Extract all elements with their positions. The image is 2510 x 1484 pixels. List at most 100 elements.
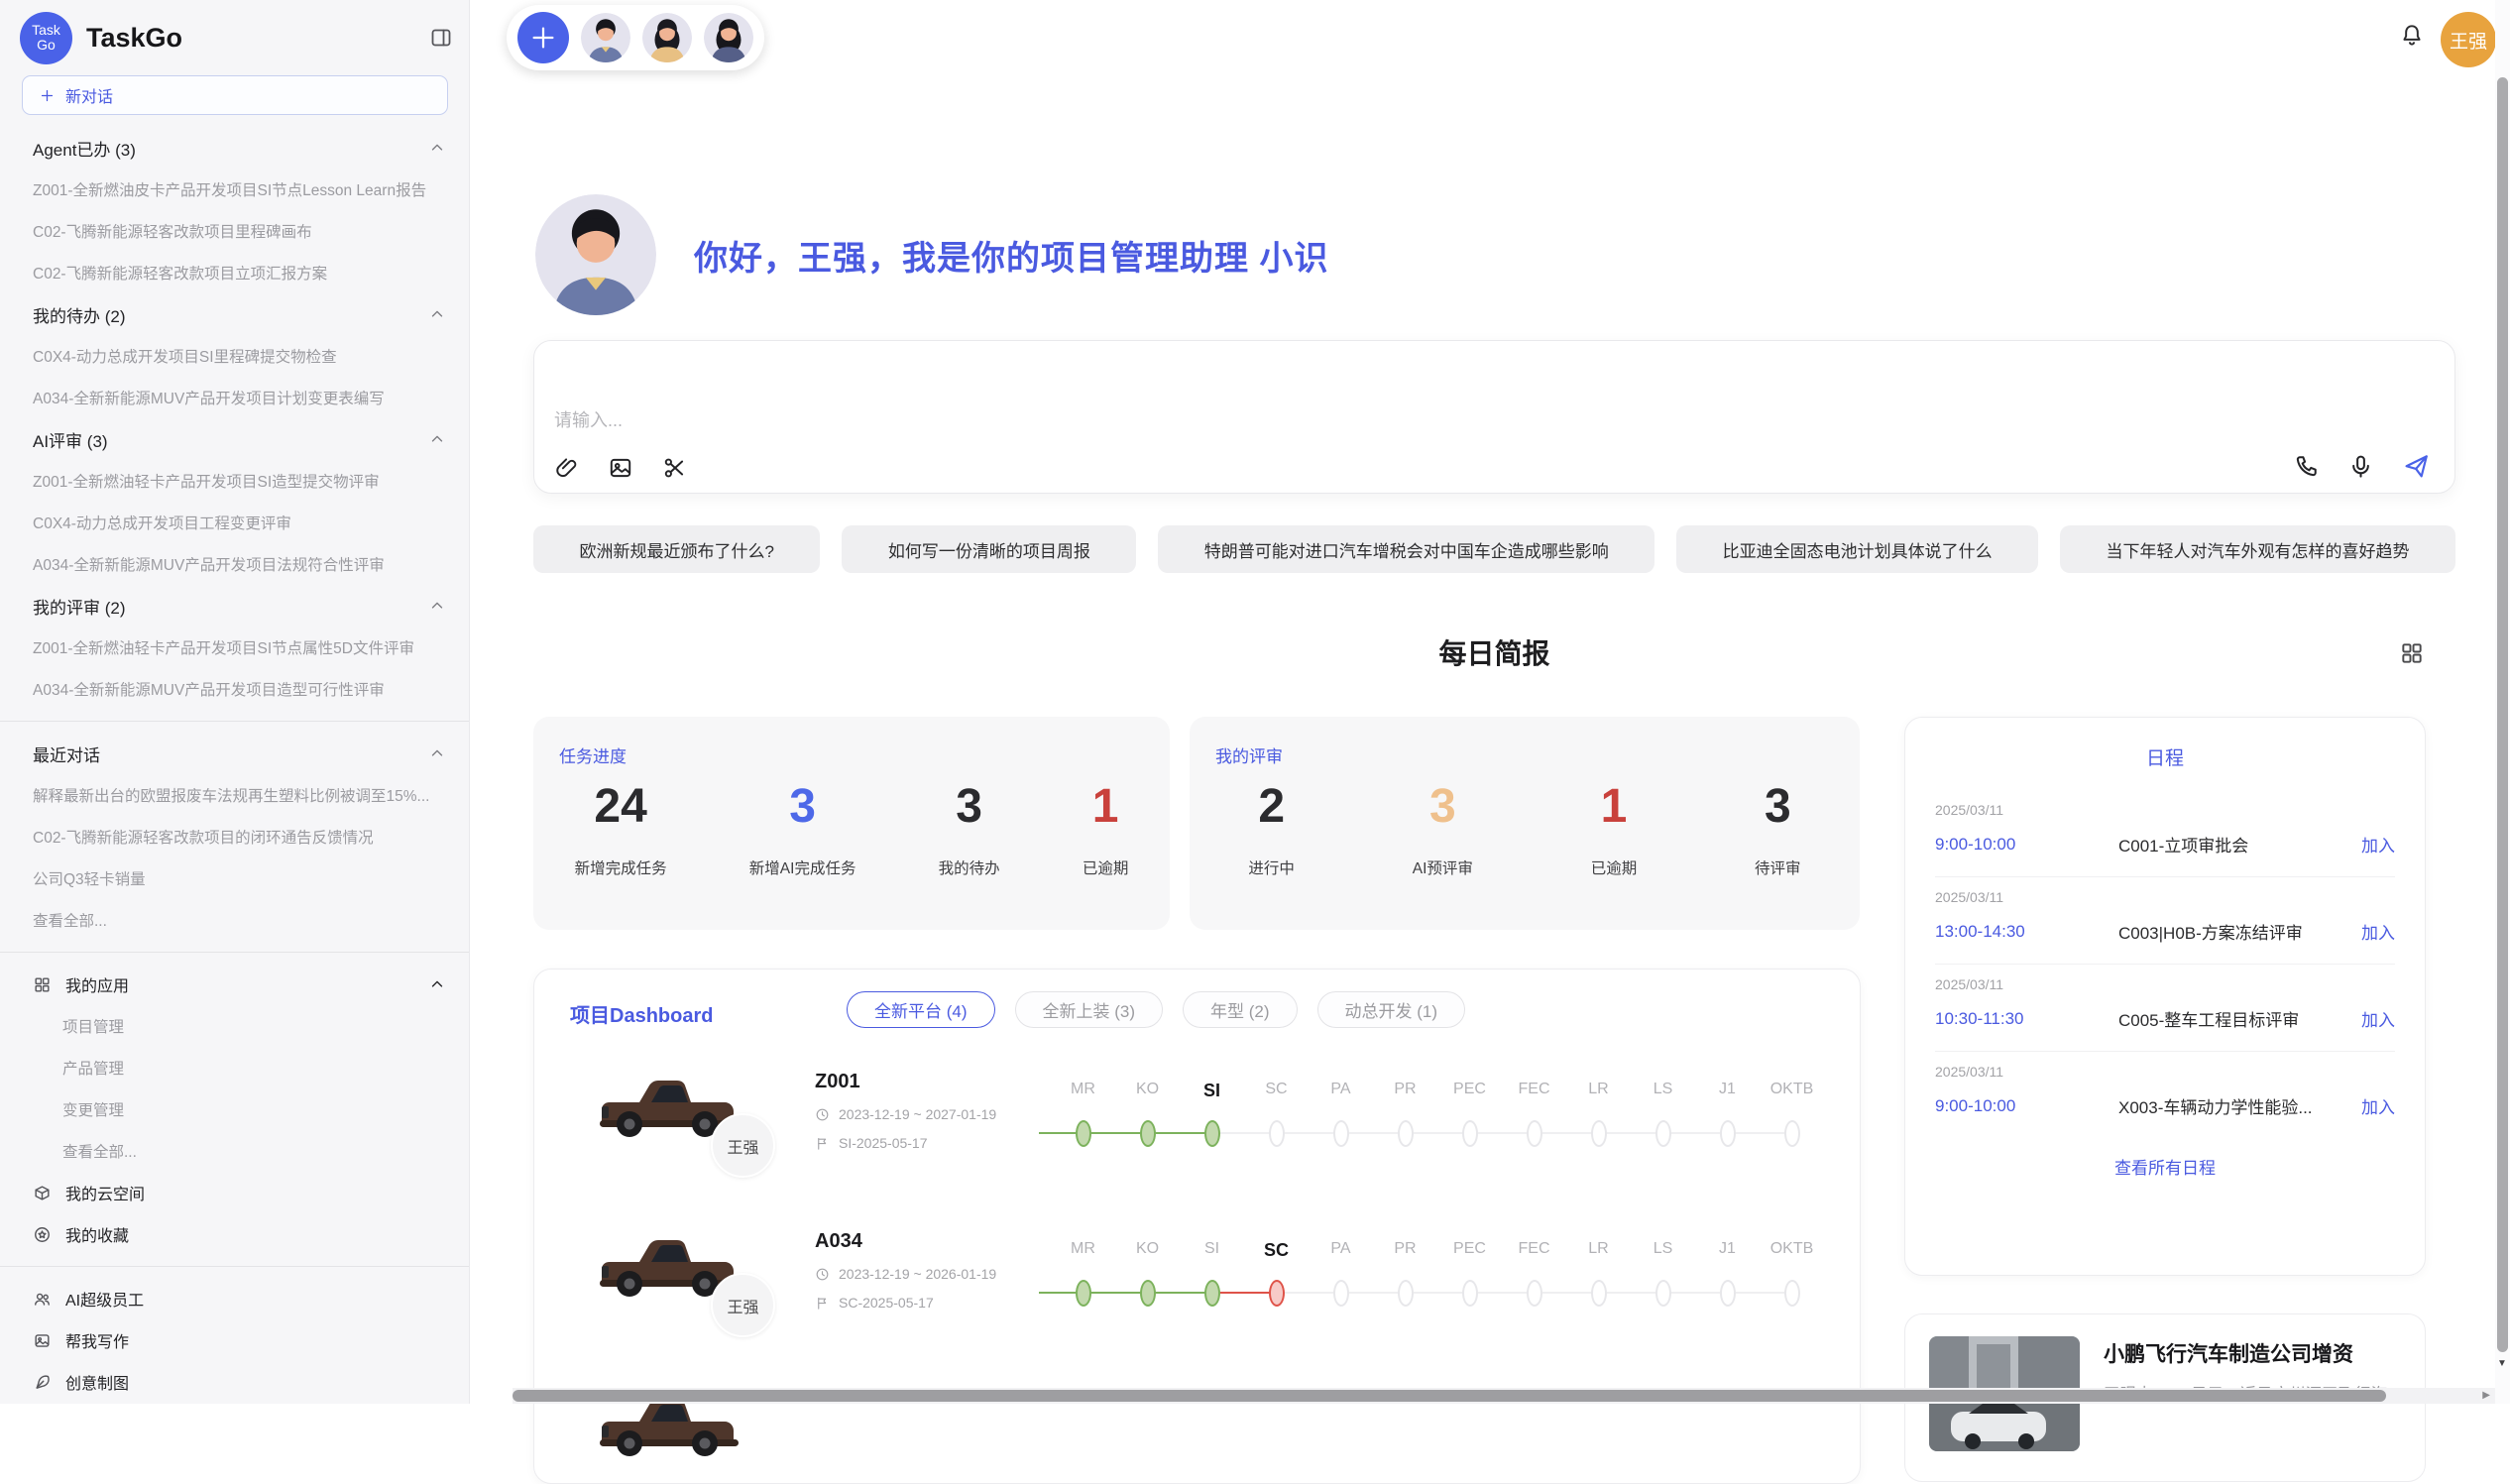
message-composer[interactable]: 请输入... — [533, 340, 2455, 494]
recent-chat-item[interactable]: 解释最新出台的欧盟报废车法规再生塑料比例被调至15%... — [0, 774, 469, 816]
scroll-right-arrow-icon[interactable]: ▶ — [2482, 1390, 2490, 1401]
join-link[interactable]: 加入 — [2361, 832, 2395, 856]
join-link[interactable]: 加入 — [2361, 1006, 2395, 1031]
scroll-down-arrow-icon[interactable]: ▼ — [2497, 1358, 2507, 1369]
sidebar-section-3[interactable]: 我的评审 (2) — [0, 585, 469, 627]
stat-value: 3 — [1413, 781, 1473, 833]
phone-call-icon[interactable] — [2293, 453, 2320, 480]
notification-bell-icon[interactable] — [2399, 22, 2425, 48]
milestone-dot — [1140, 1280, 1156, 1307]
milestone-track: MRKOSISCPAPRPECFECLRLSJ1OKTB — [1051, 1240, 1824, 1313]
sidebar: Task Go TaskGo 新对话 Agent已办 (3)Z001-全新燃油皮… — [0, 0, 470, 1404]
sidebar-task-item[interactable]: A034-全新新能源MUV产品开发项目计划变更表编写 — [0, 377, 469, 418]
milestone-label: J1 — [1695, 1081, 1760, 1101]
sidebar-tool-feather[interactable]: 创意制图 — [0, 1361, 469, 1403]
sidebar-task-item[interactable]: C02-飞腾新能源轻客改款项目里程碑画布 — [0, 210, 469, 252]
sidebar-section-1[interactable]: 我的待办 (2) — [0, 293, 469, 335]
horizontal-scrollbar[interactable]: ▶ — [513, 1388, 2496, 1404]
sidebar-task-item[interactable]: Z001-全新燃油皮卡产品开发项目SI节点Lesson Learn报告 — [0, 169, 469, 210]
user-avatar[interactable]: 王强 — [2441, 12, 2496, 67]
milestone-cell — [1115, 1273, 1180, 1313]
sidebar-section-recent-label: 最近对话 — [33, 742, 428, 766]
agent-avatar-3[interactable] — [704, 13, 753, 62]
event-row: 9:00-10:00X003-车辆动力学性能验...加入 — [1935, 1093, 2395, 1118]
dashboard-tab[interactable]: 动总开发 (1) — [1317, 991, 1466, 1028]
dashboard-tab[interactable]: 全新平台 (4) — [847, 991, 995, 1028]
project-date-range: 2023-12-19 ~ 2026-01-19 — [839, 1266, 996, 1282]
sidebar-task-item[interactable]: C02-飞腾新能源轻客改款项目立项汇报方案 — [0, 252, 469, 293]
app-sub-item[interactable]: 变更管理 — [0, 1088, 469, 1130]
app-logo: Task Go — [20, 12, 72, 64]
new-chat-button[interactable]: 新对话 — [22, 75, 448, 115]
recent-chat-item[interactable]: 公司Q3轻卡销量 — [0, 857, 469, 899]
sidebar-task-item[interactable]: C0X4-动力总成开发项目SI里程碑提交物检查 — [0, 335, 469, 377]
scissors-icon[interactable] — [661, 455, 687, 481]
project-info: A0342023-12-19 ~ 2026-01-19SC-2025-05-17 — [815, 1230, 996, 1311]
horizontal-scrollbar-thumb[interactable] — [513, 1390, 2386, 1402]
sidebar-section-2[interactable]: AI评审 (3) — [0, 418, 469, 460]
sidebar-item-favorites[interactable]: 我的收藏 — [0, 1213, 469, 1255]
dashboard-tab[interactable]: 全新上装 (3) — [1015, 991, 1164, 1028]
suggestion-chip[interactable]: 特朗普可能对进口汽车增税会对中国车企造成哪些影响 — [1158, 525, 1654, 573]
suggestion-chip[interactable]: 当下年轻人对汽车外观有怎样的喜好趋势 — [2060, 525, 2455, 573]
agent-avatar-2[interactable] — [642, 13, 692, 62]
chevron-up-icon — [428, 430, 446, 448]
milestone-label: MR — [1051, 1240, 1115, 1261]
recent-chat-item[interactable]: 查看全部... — [0, 899, 469, 941]
event-name: C005-整车工程目标评审 — [2118, 1006, 2361, 1031]
stat-cell: 3我的待办 — [939, 781, 1000, 878]
sidebar-task-item[interactable]: Z001-全新燃油轻卡产品开发项目SI节点属性5D文件评审 — [0, 627, 469, 668]
sidebar-task-item[interactable]: Z001-全新燃油轻卡产品开发项目SI造型提交物评审 — [0, 460, 469, 502]
suggestion-chip[interactable]: 如何写一份清晰的项目周报 — [842, 525, 1136, 573]
suggestion-chips: 欧洲新规最近颁布了什么? 如何写一份清晰的项目周报特朗普可能对进口汽车增税会对中国… — [533, 525, 2455, 573]
milestone-cell — [1695, 1273, 1760, 1313]
project-flag: SI-2025-05-17 — [815, 1135, 996, 1151]
sidebar-item-cloud-space[interactable]: 我的云空间 — [0, 1172, 469, 1213]
project-row[interactable]: 王强A0342023-12-19 ~ 2026-01-19SC-2025-05-… — [534, 1214, 1860, 1374]
sidebar-task-item[interactable]: C0X4-动力总成开发项目工程变更评审 — [0, 502, 469, 543]
sidebar-tool-people[interactable]: AI超级员工 — [0, 1278, 469, 1319]
attachment-icon[interactable] — [554, 455, 580, 481]
sidebar-tool-photo[interactable]: 帮我写作 — [0, 1319, 469, 1361]
agent-avatar-bar — [507, 5, 764, 70]
milestone-dot — [1076, 1280, 1091, 1307]
dashboard-tab[interactable]: 年型 (2) — [1183, 991, 1298, 1028]
layout-grid-icon[interactable] — [2399, 640, 2425, 666]
add-agent-button[interactable] — [517, 12, 569, 63]
vertical-scrollbar[interactable]: ▼ — [2495, 0, 2510, 1404]
sidebar-header: Task Go TaskGo — [20, 10, 453, 65]
join-link[interactable]: 加入 — [2361, 1093, 2395, 1118]
agent-avatar-1[interactable] — [581, 13, 630, 62]
microphone-icon[interactable] — [2347, 453, 2374, 480]
sidebar-task-item[interactable]: A034-全新新能源MUV产品开发项目造型可行性评审 — [0, 668, 469, 710]
suggestion-chip[interactable]: 欧洲新规最近颁布了什么? — [533, 525, 820, 573]
sidebar-section-recent[interactable]: 最近对话 — [0, 733, 469, 774]
briefing-title: 每日简报 — [533, 632, 2455, 672]
app-title: TaskGo — [86, 23, 429, 54]
stat-cell: 3新增AI完成任务 — [749, 781, 856, 878]
stat-value: 3 — [939, 781, 1000, 833]
app-sub-item[interactable]: 产品管理 — [0, 1047, 469, 1088]
send-icon[interactable] — [2402, 452, 2431, 481]
view-all-schedule-link[interactable]: 查看所有日程 — [1905, 1154, 2425, 1179]
sidebar-task-item[interactable]: A034-全新新能源MUV产品开发项目法规符合性评审 — [0, 543, 469, 585]
milestone-cell — [1051, 1113, 1115, 1153]
plus-icon — [39, 87, 56, 104]
event-row: 10:30-11:30C005-整车工程目标评审加入 — [1935, 1006, 2395, 1031]
milestone-label: SI — [1180, 1240, 1244, 1261]
milestone-dot — [1655, 1280, 1671, 1307]
milestone-dot — [1204, 1120, 1220, 1147]
sidebar-item-my-apps[interactable]: 我的应用 — [0, 964, 469, 1005]
project-row[interactable]: 王强Z0012023-12-19 ~ 2027-01-19SI-2025-05-… — [534, 1055, 1860, 1214]
recent-chat-item[interactable]: C02-飞腾新能源轻客改款项目的闭环通告反馈情况 — [0, 816, 469, 857]
join-link[interactable]: 加入 — [2361, 919, 2395, 944]
app-sub-item[interactable]: 项目管理 — [0, 1005, 469, 1047]
milestone-labels: MRKOSISCPAPRPECFECLRLSJ1OKTB — [1051, 1081, 1824, 1101]
milestone-cell — [1309, 1113, 1373, 1153]
suggestion-chip[interactable]: 比亚迪全固态电池计划具体说了什么 — [1676, 525, 2038, 573]
sidebar-section-0[interactable]: Agent已办 (3) — [0, 127, 469, 169]
vertical-scrollbar-thumb[interactable] — [2497, 77, 2508, 1352]
app-sub-item[interactable]: 查看全部... — [0, 1130, 469, 1172]
collapse-panel-icon[interactable] — [429, 26, 453, 50]
image-icon[interactable] — [608, 455, 633, 481]
